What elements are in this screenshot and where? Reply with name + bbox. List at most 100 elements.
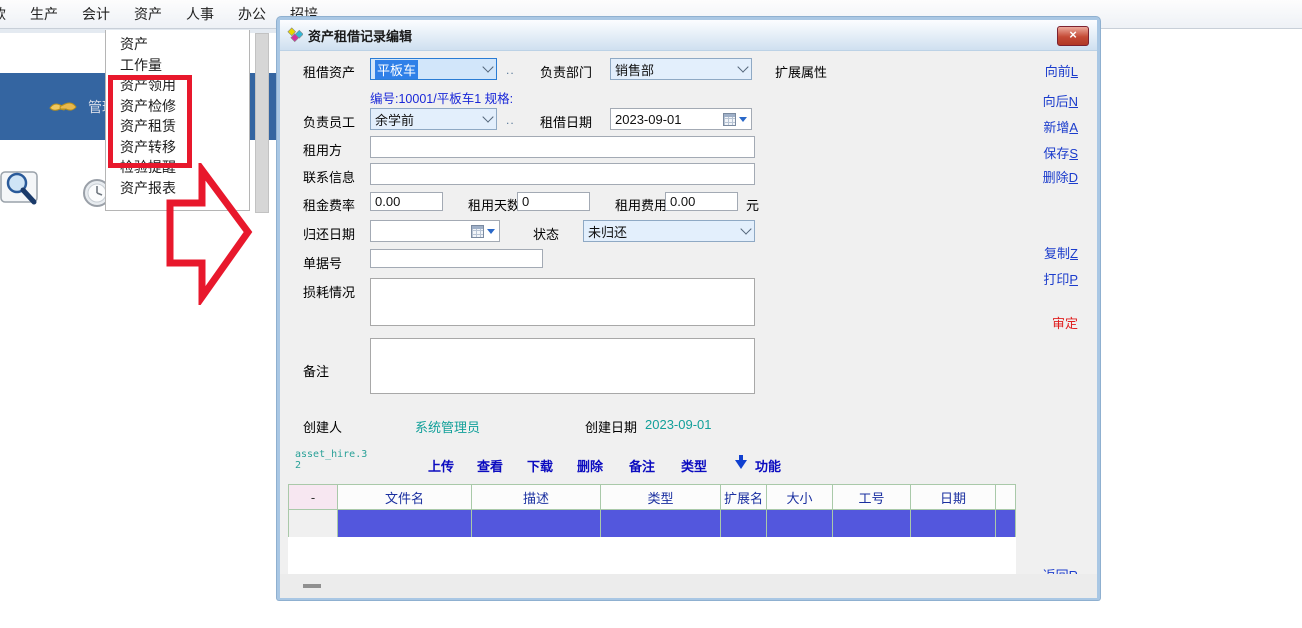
header-cell[interactable]: -	[289, 485, 338, 510]
down-arrow-icon	[735, 460, 747, 469]
rate-input[interactable]: 0.00	[370, 192, 443, 211]
nav-new-link[interactable]: 新增A	[1043, 117, 1078, 136]
close-button[interactable]: ×	[1057, 26, 1089, 46]
row-cell[interactable]	[767, 510, 833, 537]
doc-no-label: 单据号	[303, 253, 342, 272]
asset-info-note: 编号:10001/平板车1 规格:	[370, 88, 513, 107]
calendar-icon[interactable]	[467, 225, 495, 238]
hire-date-input[interactable]: 2023-09-01	[610, 108, 752, 130]
table-scrollbar-track[interactable]	[280, 574, 1097, 598]
chevron-down-icon	[482, 61, 493, 72]
menubar-item-3[interactable]: 资产	[134, 4, 162, 24]
header-cell[interactable]: 工号	[833, 485, 911, 510]
wear-textarea[interactable]	[370, 278, 755, 326]
employee-browse-button[interactable]: ..	[506, 113, 515, 127]
dialog-title: 资产租借记录编辑	[308, 26, 412, 45]
menubar-item-1[interactable]: 生产	[30, 4, 58, 24]
days-input[interactable]: 0	[517, 192, 590, 211]
upload-link[interactable]: 上传	[428, 456, 454, 475]
return-date-input[interactable]	[370, 220, 500, 242]
scrollbar-thumb[interactable]	[303, 584, 321, 588]
attachment-table-header: - 文件名 描述 类型 扩展名 大小 工号 日期	[289, 485, 1015, 510]
ext-attr-label: 扩展属性	[775, 62, 827, 81]
nav-delete-link[interactable]: 删除D	[1043, 167, 1078, 186]
dialog-icon	[287, 27, 303, 43]
nav-forward-link[interactable]: 向前L	[1045, 61, 1078, 80]
row-cell[interactable]	[338, 510, 472, 537]
dept-combobox[interactable]: 销售部	[610, 58, 752, 80]
menu-item-asset[interactable]: 资产	[106, 34, 249, 55]
employee-label: 负责员工	[303, 112, 355, 131]
rate-label: 租金费率	[303, 195, 355, 214]
dept-label: 负责部门	[540, 62, 592, 81]
download-link[interactable]: 下载	[527, 456, 553, 475]
view-link[interactable]: 查看	[477, 456, 503, 475]
employee-value: 余学前	[375, 110, 414, 129]
asset-browse-button[interactable]: ..	[506, 63, 515, 77]
return-date-label: 归还日期	[303, 224, 355, 243]
dialog-titlebar[interactable]: 资产租借记录编辑 ×	[280, 20, 1097, 51]
highlight-arrow	[160, 163, 256, 305]
remark-textarea[interactable]	[370, 338, 755, 394]
row-cell[interactable]	[472, 510, 601, 537]
remark-label: 备注	[303, 361, 329, 380]
employee-combobox[interactable]: 余学前	[370, 108, 497, 130]
status-label: 状态	[533, 224, 559, 243]
status-value: 未归还	[588, 222, 627, 241]
header-cell[interactable]: 大小	[767, 485, 833, 510]
fee-input[interactable]: 0.00	[665, 192, 738, 211]
menubar-item-2[interactable]: 会计	[82, 4, 110, 24]
row-cell[interactable]	[996, 510, 1015, 537]
doc-no-input[interactable]	[370, 249, 543, 268]
hire-date-value: 2023-09-01	[615, 112, 682, 127]
fee-value: 0.00	[670, 194, 695, 209]
header-cell[interactable]: 文件名	[338, 485, 472, 510]
row-cell[interactable]	[911, 510, 996, 537]
function-link[interactable]: 功能	[755, 456, 781, 475]
type-link[interactable]: 类型	[681, 456, 707, 475]
asset-value: 平板车	[375, 60, 418, 79]
creator-label: 创建人	[303, 417, 342, 436]
approve-link[interactable]: 审定	[1052, 313, 1078, 332]
chevron-down-icon	[482, 111, 493, 122]
handshake-icon	[48, 96, 78, 118]
contact-label: 联系信息	[303, 167, 355, 186]
menubar-item-5[interactable]: 办公	[238, 4, 266, 24]
chevron-down-icon	[737, 61, 748, 72]
header-cell[interactable]: 类型	[601, 485, 721, 510]
create-date-label: 创建日期	[585, 417, 637, 436]
row-select-cell[interactable]	[289, 510, 338, 537]
row-cell[interactable]	[601, 510, 721, 537]
hire-date-label: 租借日期	[540, 112, 592, 131]
note-link[interactable]: 备注	[629, 456, 655, 475]
nav-copy-link[interactable]: 复制Z	[1044, 243, 1078, 262]
row-cell[interactable]	[721, 510, 767, 537]
search-report-icon[interactable]	[0, 168, 40, 221]
fee-label: 租用费用	[615, 195, 667, 214]
menubar-item-0[interactable]: 款	[0, 4, 6, 24]
header-cell	[996, 485, 1015, 510]
header-cell[interactable]: 描述	[472, 485, 601, 510]
nav-print-link[interactable]: 打印P	[1043, 269, 1078, 288]
contact-input[interactable]	[370, 163, 755, 185]
status-combobox[interactable]: 未归还	[583, 220, 755, 242]
dept-value: 销售部	[615, 60, 654, 79]
menu-item-workload[interactable]: 工作量	[106, 55, 249, 76]
hirer-label: 租用方	[303, 140, 342, 159]
hirer-input[interactable]	[370, 136, 755, 158]
wear-label: 损耗情况	[303, 282, 355, 301]
table-row[interactable]	[289, 510, 1015, 537]
nav-back-link[interactable]: 向后N	[1043, 91, 1078, 110]
days-label: 租用天数	[468, 195, 520, 214]
header-cell[interactable]: 日期	[911, 485, 996, 510]
asset-label: 租借资产	[303, 62, 355, 81]
days-value: 0	[522, 194, 529, 209]
row-cell[interactable]	[833, 510, 911, 537]
nav-save-link[interactable]: 保存S	[1043, 143, 1078, 162]
header-cell[interactable]: 扩展名	[721, 485, 767, 510]
asset-combobox[interactable]: 平板车	[370, 58, 497, 80]
calendar-icon[interactable]	[719, 113, 747, 126]
background-scrollbar[interactable]	[255, 33, 269, 213]
menubar-item-4[interactable]: 人事	[186, 4, 214, 24]
delete-attachment-link[interactable]: 删除	[577, 456, 603, 475]
